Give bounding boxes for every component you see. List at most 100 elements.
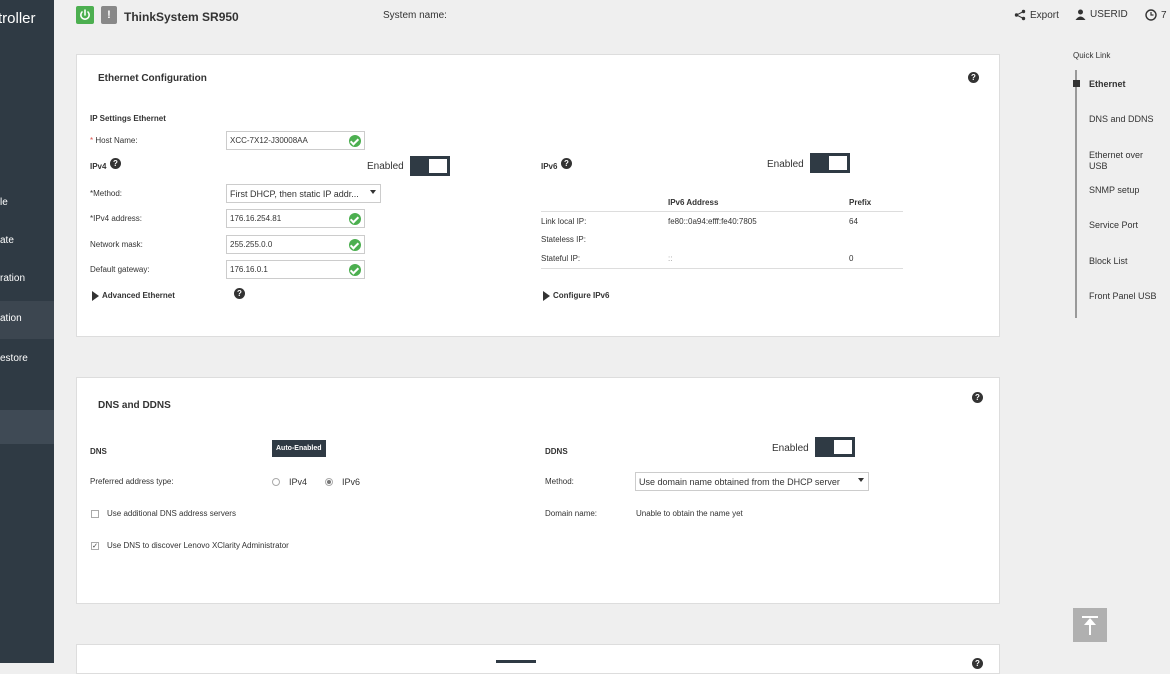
caret-right-icon[interactable] bbox=[92, 291, 99, 301]
quick-link-ethernet-over-usb[interactable]: Ethernet over USB bbox=[1089, 150, 1164, 172]
ipv6-label: IPv6 bbox=[541, 162, 558, 171]
table-divider bbox=[541, 211, 903, 212]
help-icon[interactable]: ? bbox=[561, 158, 572, 169]
ddns-method-label: Method: bbox=[545, 477, 574, 486]
quick-link-dns[interactable]: DNS and DDNS bbox=[1089, 114, 1169, 125]
clock-icon bbox=[1145, 9, 1157, 21]
method-select[interactable]: First DHCP, then static IP addr... bbox=[226, 184, 381, 203]
prefix-header: Prefix bbox=[849, 198, 872, 207]
sidebar-item-label: ate bbox=[0, 235, 14, 246]
chevron-down-icon bbox=[370, 190, 376, 194]
table-row-prefix: 64 bbox=[849, 217, 858, 226]
help-icon[interactable]: ? bbox=[972, 658, 983, 669]
domain-name-label: Domain name: bbox=[545, 509, 598, 518]
quick-link-title: Quick Link bbox=[1073, 51, 1111, 60]
sidebar-item-label: le bbox=[0, 197, 8, 208]
gateway-input[interactable]: 176.16.0.1 bbox=[226, 260, 365, 279]
table-row-label: Link local IP: bbox=[541, 217, 587, 226]
quick-link-snmp[interactable]: SNMP setup bbox=[1089, 185, 1169, 196]
netmask-input[interactable]: 255.255.0.0 bbox=[226, 235, 365, 254]
chevron-down-icon bbox=[858, 478, 864, 482]
sidebar-item-label: estore bbox=[0, 353, 28, 364]
table-row-address: :: bbox=[668, 254, 673, 263]
host-name-input[interactable]: XCC-7X12-J30008AA bbox=[226, 131, 365, 150]
auto-enabled-badge: Auto-Enabled bbox=[272, 440, 326, 457]
brand-title: troller bbox=[0, 10, 36, 27]
back-to-top-icon[interactable] bbox=[1073, 608, 1107, 642]
user-icon bbox=[1075, 9, 1086, 20]
check-icon bbox=[349, 239, 361, 251]
sidebar-item-4[interactable]: ation bbox=[0, 301, 54, 339]
sidebar: troller le ate ration ation estore bbox=[0, 0, 54, 663]
sidebar-item-label: ration bbox=[0, 273, 26, 284]
sidebar-item-6[interactable] bbox=[0, 410, 54, 444]
top-bar: ! ThinkSystem SR950 System name: Export … bbox=[54, 0, 1170, 34]
sidebar-item-3[interactable]: ration bbox=[0, 261, 54, 299]
table-row-label: Stateful IP: bbox=[541, 254, 581, 263]
sidebar-item-label: ation bbox=[0, 313, 22, 324]
radio-ipv4[interactable] bbox=[272, 478, 280, 486]
dns-panel-title: DNS and DDNS bbox=[98, 400, 171, 411]
table-row-address: fe80::0a94:efff:fe40:7805 bbox=[668, 217, 757, 226]
ethernet-panel-title: Ethernet Configuration bbox=[98, 73, 207, 84]
preferred-address-label: Preferred address type: bbox=[90, 477, 174, 486]
help-icon[interactable]: ? bbox=[968, 72, 979, 83]
system-name-label: System name: bbox=[383, 10, 447, 21]
table-row-prefix: 0 bbox=[849, 254, 854, 263]
ipv4-enabled-toggle[interactable] bbox=[410, 156, 450, 176]
ip-settings-title: IP Settings Ethernet bbox=[90, 114, 166, 123]
sidebar-item-2[interactable]: ate bbox=[0, 223, 54, 261]
quick-link-front-panel-usb[interactable]: Front Panel USB bbox=[1089, 291, 1169, 302]
caret-right-icon[interactable] bbox=[543, 291, 550, 301]
table-divider bbox=[541, 268, 903, 269]
server-model: ThinkSystem SR950 bbox=[124, 10, 239, 24]
clock-menu[interactable]: 7 bbox=[1145, 9, 1167, 21]
radio-ipv6-label: IPv6 bbox=[342, 477, 361, 487]
sidebar-item-1[interactable]: le bbox=[0, 185, 54, 223]
discover-lxca-checkbox[interactable]: ✓ bbox=[91, 542, 99, 550]
share-icon bbox=[1014, 9, 1026, 21]
clock-label: 7 bbox=[1161, 9, 1167, 21]
power-icon[interactable] bbox=[76, 6, 94, 24]
netmask-label: Network mask: bbox=[90, 240, 143, 249]
check-icon bbox=[349, 135, 361, 147]
ddns-enabled-toggle[interactable] bbox=[815, 437, 855, 457]
export-button[interactable]: Export bbox=[1014, 9, 1059, 21]
ddns-label: DDNS bbox=[545, 447, 568, 456]
warning-icon[interactable]: ! bbox=[101, 6, 117, 24]
advanced-ethernet-link[interactable]: Advanced Ethernet bbox=[102, 291, 175, 300]
help-icon[interactable]: ? bbox=[110, 158, 121, 169]
quick-link-track bbox=[1075, 70, 1077, 318]
host-name-label: * Host Name: bbox=[90, 136, 138, 145]
radio-ipv4-label: IPv4 bbox=[289, 477, 308, 487]
ipv4-enabled-label: Enabled bbox=[367, 161, 404, 172]
quick-link-block-list[interactable]: Block List bbox=[1089, 256, 1169, 267]
gateway-label: Default gateway: bbox=[90, 265, 150, 274]
check-icon bbox=[349, 213, 361, 225]
user-label: USERID bbox=[1090, 9, 1128, 20]
help-icon[interactable]: ? bbox=[234, 288, 245, 299]
dns-label: DNS bbox=[90, 447, 107, 456]
sidebar-item-5[interactable]: estore bbox=[0, 341, 54, 379]
method-label: *Method: bbox=[90, 189, 123, 198]
ddns-method-select[interactable]: Use domain name obtained from the DHCP s… bbox=[635, 472, 869, 491]
check-icon bbox=[349, 264, 361, 276]
ddns-enabled-label: Enabled bbox=[772, 443, 809, 454]
ipv4-label: IPv4 bbox=[90, 162, 107, 171]
ipv6-enabled-label: Enabled bbox=[767, 159, 804, 170]
next-panel bbox=[76, 644, 1000, 674]
quick-link-ethernet[interactable]: Ethernet bbox=[1089, 79, 1169, 90]
ipv4-address-label: *IPv4 address: bbox=[90, 214, 143, 223]
ipv6-address-header: IPv6 Address bbox=[668, 198, 719, 207]
quick-link-service-port[interactable]: Service Port bbox=[1089, 220, 1169, 231]
additional-dns-label: Use additional DNS address servers bbox=[107, 509, 236, 518]
ipv4-address-input[interactable]: 176.16.254.81 bbox=[226, 209, 365, 228]
domain-name-value: Unable to obtain the name yet bbox=[636, 509, 743, 518]
ipv6-enabled-toggle[interactable] bbox=[810, 153, 850, 173]
table-row-label: Stateless IP: bbox=[541, 235, 586, 244]
configure-ipv6-link[interactable]: Configure IPv6 bbox=[553, 291, 609, 300]
user-menu[interactable]: USERID bbox=[1075, 9, 1128, 20]
radio-ipv6[interactable] bbox=[325, 478, 333, 486]
help-icon[interactable]: ? bbox=[972, 392, 983, 403]
additional-dns-checkbox[interactable] bbox=[91, 510, 99, 518]
